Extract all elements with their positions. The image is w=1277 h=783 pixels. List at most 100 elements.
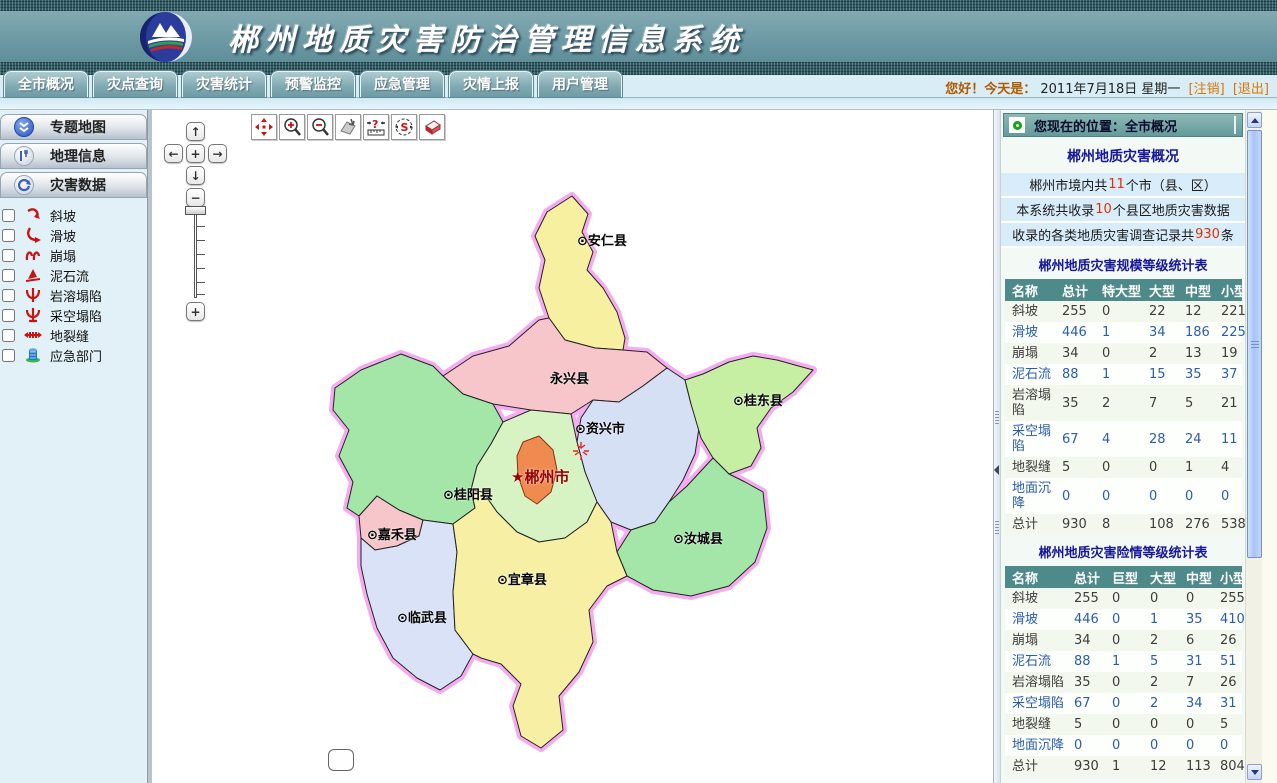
overview-title: 郴州地质灾害概况 [1001,137,1245,173]
zoom-in-step-button[interactable]: + [186,302,205,321]
sidebar-section-geo-info[interactable]: 地理信息 [0,143,147,169]
table-row: 采空塌陷674282411 [1005,421,1242,457]
zoom-out-icon[interactable] [307,114,333,140]
current-location-text: 您现在的位置：全市概况 [1034,116,1177,135]
karst-collapse-checkbox[interactable] [2,289,15,302]
table-row: 崩塌3402626 [1005,630,1242,651]
location-bar-divider [1234,116,1236,134]
tab-disaster-statistics[interactable]: 灾害统计 [182,71,266,97]
landslide-checkbox[interactable] [2,229,15,242]
tab-disaster-point-query[interactable]: 灾点查询 [93,71,177,97]
app-banner: 郴州地质灾害防治管理信息系统 [0,0,1277,75]
landslide-icon [22,227,44,244]
table-row: 岩溶塌陷3527521 [1005,385,1242,421]
tab-emergency-management[interactable]: 应急管理 [360,71,444,97]
location-bar: 您现在的位置：全市概况 [1003,113,1243,137]
tab-user-management[interactable]: 用户管理 [538,71,622,97]
pan-icon[interactable] [251,114,277,140]
zoom-slider-handle[interactable] [185,206,206,215]
slope-checkbox[interactable] [2,209,15,222]
main-nav: 全市概况 灾点查询 灾害统计 预警监控 应急管理 灾情上报 用户管理 您好！今天… [0,75,1277,98]
ground-fissure-icon [22,327,44,344]
table-row: 地裂缝50014 [1005,457,1242,478]
panel-scrollbar[interactable] [1245,110,1262,783]
scale-icon[interactable]: S [391,114,417,140]
emergency-dept-icon [22,347,44,364]
pan-right-button[interactable]: → [208,144,227,163]
table-row: 斜坡25502212221 [1005,301,1242,322]
table-row: 斜坡255000255 [1005,588,1242,609]
table-row: 泥石流881153537 [1005,364,1242,385]
clear-icon[interactable] [419,114,445,140]
pan-left-button[interactable]: ← [164,144,183,163]
map-toolbar: ? S [251,114,447,140]
table-row: 泥石流88153151 [1005,651,1242,672]
map-label-桂东县: ⊙桂东县 [733,390,783,409]
emergency-dept-checkbox[interactable] [2,349,15,362]
scrollbar-thumb[interactable] [1247,130,1262,558]
table-header-row: 名称总计特大型大型中型小型 [1005,279,1242,301]
layer-item-collapse: 崩塌 [0,245,148,265]
scroll-up-button[interactable] [1247,112,1262,128]
disaster-danger-table: 名称总计巨型大型中型小型斜坡255000255滑坡4460135410崩塌340… [1005,566,1242,777]
table-header-row: 名称总计巨型大型中型小型 [1005,566,1242,588]
chenzhou-geology-logo [138,11,194,63]
layer-item-landslide: 滑坡 [0,225,148,245]
pan-up-button[interactable]: ↑ [186,122,205,141]
slope-icon [22,207,44,224]
collapse-checkbox[interactable] [2,249,15,262]
layer-item-slope: 斜坡 [0,205,148,225]
identify-icon[interactable] [335,114,361,140]
app-window: 郴州地质灾害防治管理信息系统 全市概况 灾点查询 灾害统计 预警监控 应急管理 … [0,0,1277,783]
ground-fissure-checkbox[interactable] [2,329,15,342]
zoom-in-icon[interactable] [279,114,305,140]
table-row: 总计9308108276538 [1005,514,1242,535]
map-label-桂阳县: ⊙桂阳县 [443,484,493,503]
map-label-资兴市: ⊙资兴市 [575,418,625,437]
debris-flow-checkbox[interactable] [2,269,15,282]
district-guidong[interactable] [685,356,813,474]
table-row: 地面沉降00000 [1005,735,1242,756]
tab-warning-monitoring[interactable]: 预警监控 [271,71,355,97]
current-date: 2011年7月18日 星期一 [1040,82,1180,97]
tab-city-overview[interactable]: 全市概况 [4,71,88,97]
disaster-scale-table: 名称总计特大型大型中型小型斜坡25502212221滑坡446134186225… [1005,279,1242,535]
location-crosshair-icon [572,442,590,460]
layer-item-karst-collapse: 岩溶塌陷 [0,285,148,305]
map-label-永兴县: 永兴县 [550,368,589,387]
layer-item-emergency-dept: 应急部门 [0,345,148,365]
map-label-临武县: ⊙临武县 [397,607,447,626]
splitter-collapse-icon[interactable] [994,465,999,475]
sidebar: 专题地图 地理信息 灾害数据 斜坡 [0,110,152,783]
statistics-panel: 您现在的位置：全市概况 郴州地质灾害概况 郴州市境内共11个市（县、区） 本系统… [1000,110,1245,783]
page-title: 郴州地质灾害防治管理信息系统 [228,15,746,59]
tab-disaster-reporting[interactable]: 灾情上报 [449,71,533,97]
page-background [1262,110,1277,783]
scroll-down-button[interactable] [1247,764,1262,780]
overview-map-toggle-button[interactable] [328,749,354,771]
stat-line: 本系统共收录10个县区地质灾害数据 [1001,198,1245,223]
table-row: 滑坡4460135410 [1005,609,1242,630]
logout-link[interactable]: [注销] [1189,82,1225,97]
sidebar-section-thematic-map[interactable]: 专题地图 [0,114,147,140]
exit-link[interactable]: [退出] [1233,82,1269,97]
map-canvas: ⊙安仁县永兴县⊙资兴市⊙桂东县★郴州市⊙桂阳县⊙嘉禾县⊙汝城县⊙宜章县⊙临武县 [325,190,820,760]
greeting-text: 您好！今天是： [945,82,1036,97]
zoom-out-step-button[interactable]: − [186,188,205,207]
map-viewport[interactable]: ↑ ← + → ↓ − + [152,110,993,783]
stat-line: 收录的各类地质灾害调查记录共930条 [1001,223,1245,248]
panel-splitter[interactable] [993,110,1000,783]
splitter-grip[interactable] [995,410,999,424]
scale-table-title: 郴州地质灾害规模等级统计表 [1001,248,1245,279]
data-gear-icon [14,175,34,195]
pan-down-button[interactable]: ↓ [186,166,205,185]
debris-flow-icon [22,267,44,284]
table-row: 崩塌34021319 [1005,343,1242,364]
sidebar-section-disaster-data[interactable]: 灾害数据 [0,172,147,198]
splitter-grip[interactable] [995,520,999,534]
layer-list: 斜坡 滑坡 崩塌 [0,201,148,365]
mining-collapse-checkbox[interactable] [2,309,15,322]
table-row: 滑坡446134186225 [1005,322,1242,343]
pan-center-button[interactable]: + [186,144,205,163]
measure-icon[interactable]: ? [363,114,389,140]
